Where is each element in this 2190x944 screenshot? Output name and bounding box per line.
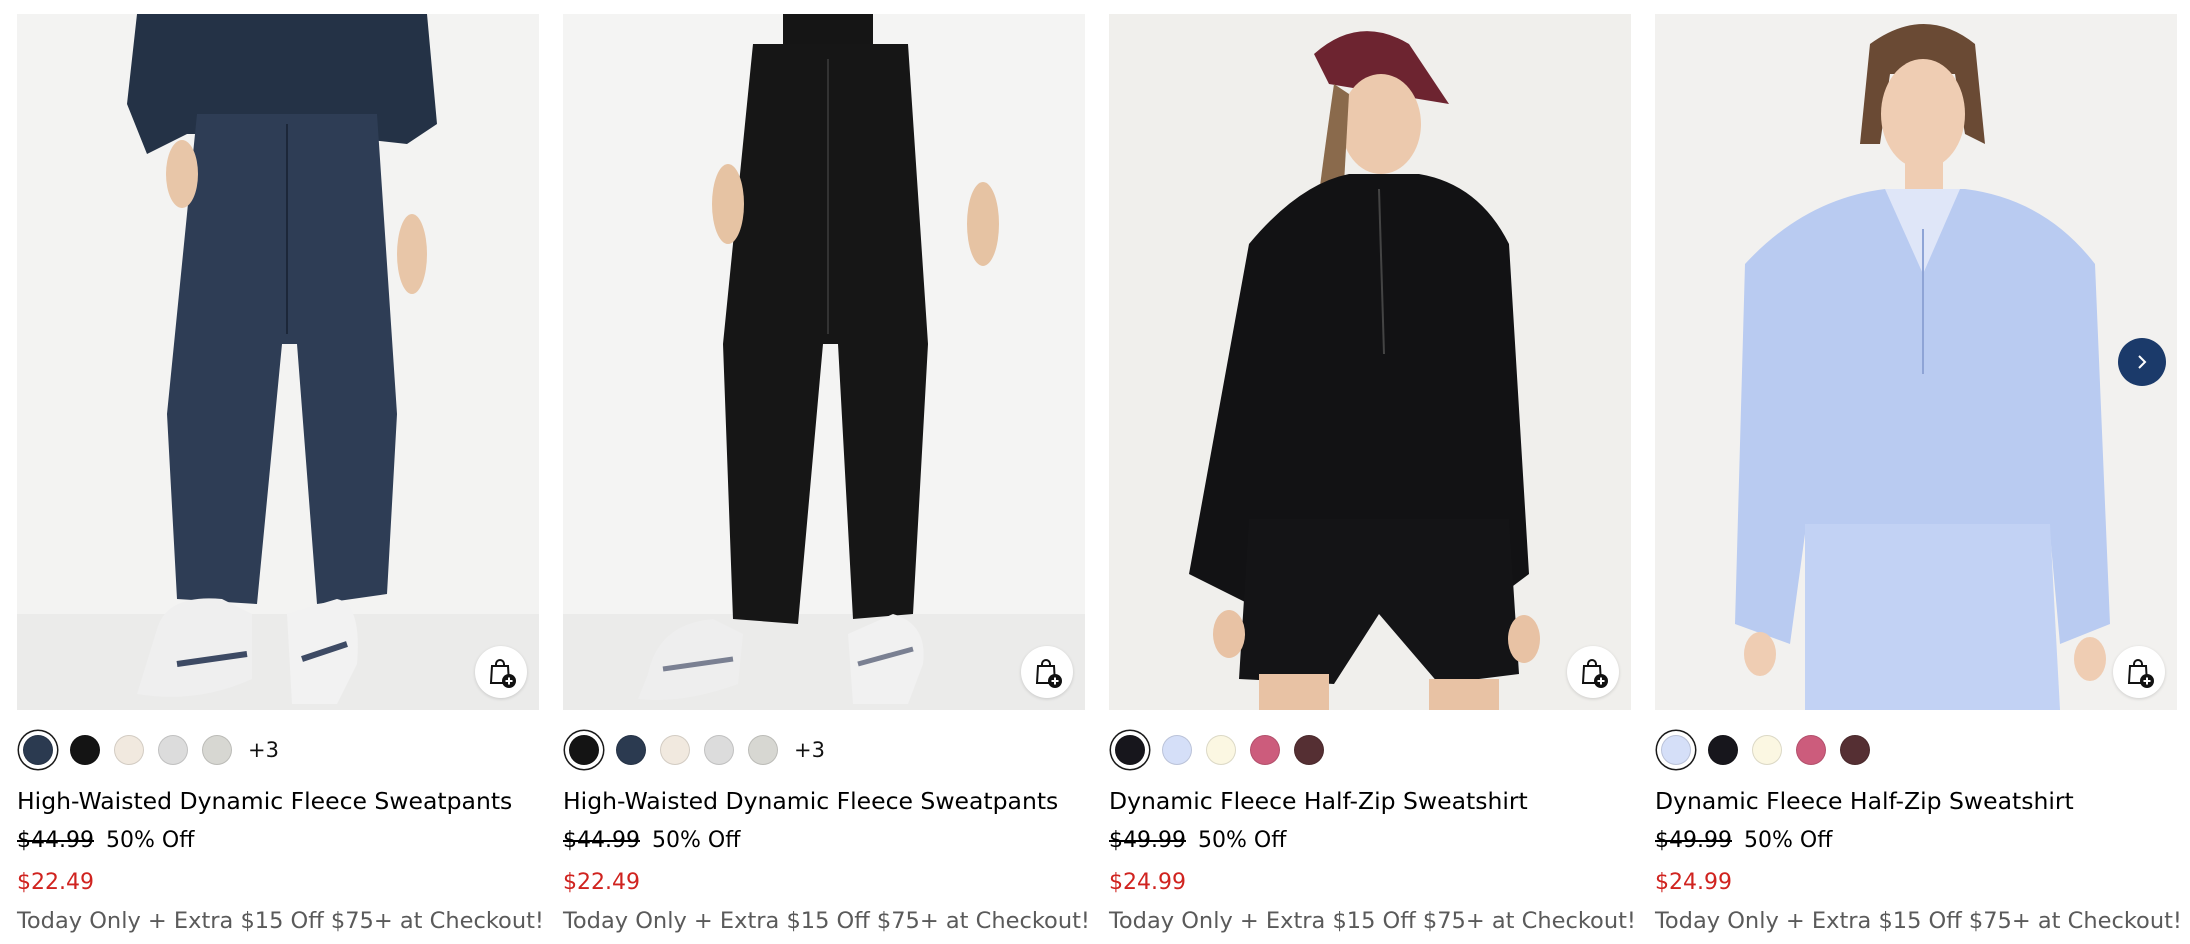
promo-text: Today Only + Extra $15 Off $75+ at Check… (563, 908, 1090, 934)
product-card: Dynamic Fleece Half-Zip Sweatshirt $49.9… (1109, 14, 1636, 936)
color-swatch[interactable] (1661, 735, 1691, 765)
color-swatch[interactable] (1752, 735, 1782, 765)
more-colors-link[interactable]: +3 (248, 738, 279, 762)
product-name[interactable]: High-Waisted Dynamic Fleece Sweatpants (563, 786, 1085, 816)
more-colors-link[interactable]: +3 (794, 738, 825, 762)
add-to-bag-button[interactable] (1567, 646, 1619, 698)
regular-price: $49.99 (1109, 828, 1186, 853)
color-swatch[interactable] (1840, 735, 1870, 765)
shopping-bag-plus-icon (1581, 659, 1608, 688)
product-card: Dynamic Fleece Half-Zip Sweatshirt $49.9… (1655, 14, 2182, 936)
product-image[interactable] (1655, 14, 2177, 710)
color-swatch[interactable] (1250, 735, 1280, 765)
color-swatch[interactable] (1708, 735, 1738, 765)
product-image[interactable] (17, 14, 539, 710)
color-swatch[interactable] (660, 735, 690, 765)
product-carousel: +3 High-Waisted Dynamic Fleece Sweatpant… (17, 14, 2182, 936)
add-to-bag-button[interactable] (1021, 646, 1073, 698)
color-swatches (1655, 730, 2177, 770)
product-photo (563, 14, 1085, 710)
color-swatch[interactable] (158, 735, 188, 765)
color-swatch[interactable] (23, 735, 53, 765)
product-image[interactable] (563, 14, 1085, 710)
discount-label: 50% Off (651, 828, 741, 853)
color-swatch[interactable] (70, 735, 100, 765)
product-photo (1109, 14, 1631, 710)
carousel-next-button[interactable] (2118, 338, 2166, 386)
color-swatch[interactable] (1162, 735, 1192, 765)
shopping-bag-plus-icon (489, 659, 516, 688)
color-swatches (1109, 730, 1631, 770)
color-swatches: +3 (563, 730, 1085, 770)
shopping-bag-plus-icon (1035, 659, 1062, 688)
product-card: +3 High-Waisted Dynamic Fleece Sweatpant… (563, 14, 1090, 936)
product-name[interactable]: Dynamic Fleece Half-Zip Sweatshirt (1109, 786, 1631, 816)
shopping-bag-plus-icon (2127, 659, 2154, 688)
product-image[interactable] (1109, 14, 1631, 710)
product-name[interactable]: High-Waisted Dynamic Fleece Sweatpants (17, 786, 539, 816)
chevron-right-icon (2138, 355, 2147, 369)
promo-text: Today Only + Extra $15 Off $75+ at Check… (17, 908, 544, 934)
add-to-bag-button[interactable] (475, 646, 527, 698)
regular-price: $44.99 (17, 828, 94, 853)
product-card: +3 High-Waisted Dynamic Fleece Sweatpant… (17, 14, 544, 936)
discount-label: 50% Off (105, 828, 195, 853)
sale-price: $24.99 (1655, 870, 1732, 895)
color-swatch[interactable] (202, 735, 232, 765)
product-photo (1655, 14, 2177, 710)
color-swatch[interactable] (1796, 735, 1826, 765)
regular-price: $49.99 (1655, 828, 1732, 853)
product-name[interactable]: Dynamic Fleece Half-Zip Sweatshirt (1655, 786, 2177, 816)
promo-text: Today Only + Extra $15 Off $75+ at Check… (1655, 908, 2182, 934)
promo-text: Today Only + Extra $15 Off $75+ at Check… (1109, 908, 1636, 934)
regular-price: $44.99 (563, 828, 640, 853)
price-row: $49.99 50% Off (1109, 826, 1631, 856)
color-swatch[interactable] (616, 735, 646, 765)
sale-price: $22.49 (563, 870, 640, 895)
color-swatch[interactable] (748, 735, 778, 765)
color-swatch[interactable] (569, 735, 599, 765)
color-swatch[interactable] (704, 735, 734, 765)
price-row: $44.99 50% Off (17, 826, 539, 856)
color-swatch[interactable] (1115, 735, 1145, 765)
discount-label: 50% Off (1197, 828, 1287, 853)
color-swatch[interactable] (1294, 735, 1324, 765)
color-swatch[interactable] (1206, 735, 1236, 765)
sale-price: $24.99 (1109, 870, 1186, 895)
discount-label: 50% Off (1743, 828, 1833, 853)
color-swatch[interactable] (114, 735, 144, 765)
price-row: $44.99 50% Off (563, 826, 1085, 856)
color-swatches: +3 (17, 730, 539, 770)
add-to-bag-button[interactable] (2113, 646, 2165, 698)
price-row: $49.99 50% Off (1655, 826, 2177, 856)
product-photo (17, 14, 539, 710)
sale-price: $22.49 (17, 870, 94, 895)
